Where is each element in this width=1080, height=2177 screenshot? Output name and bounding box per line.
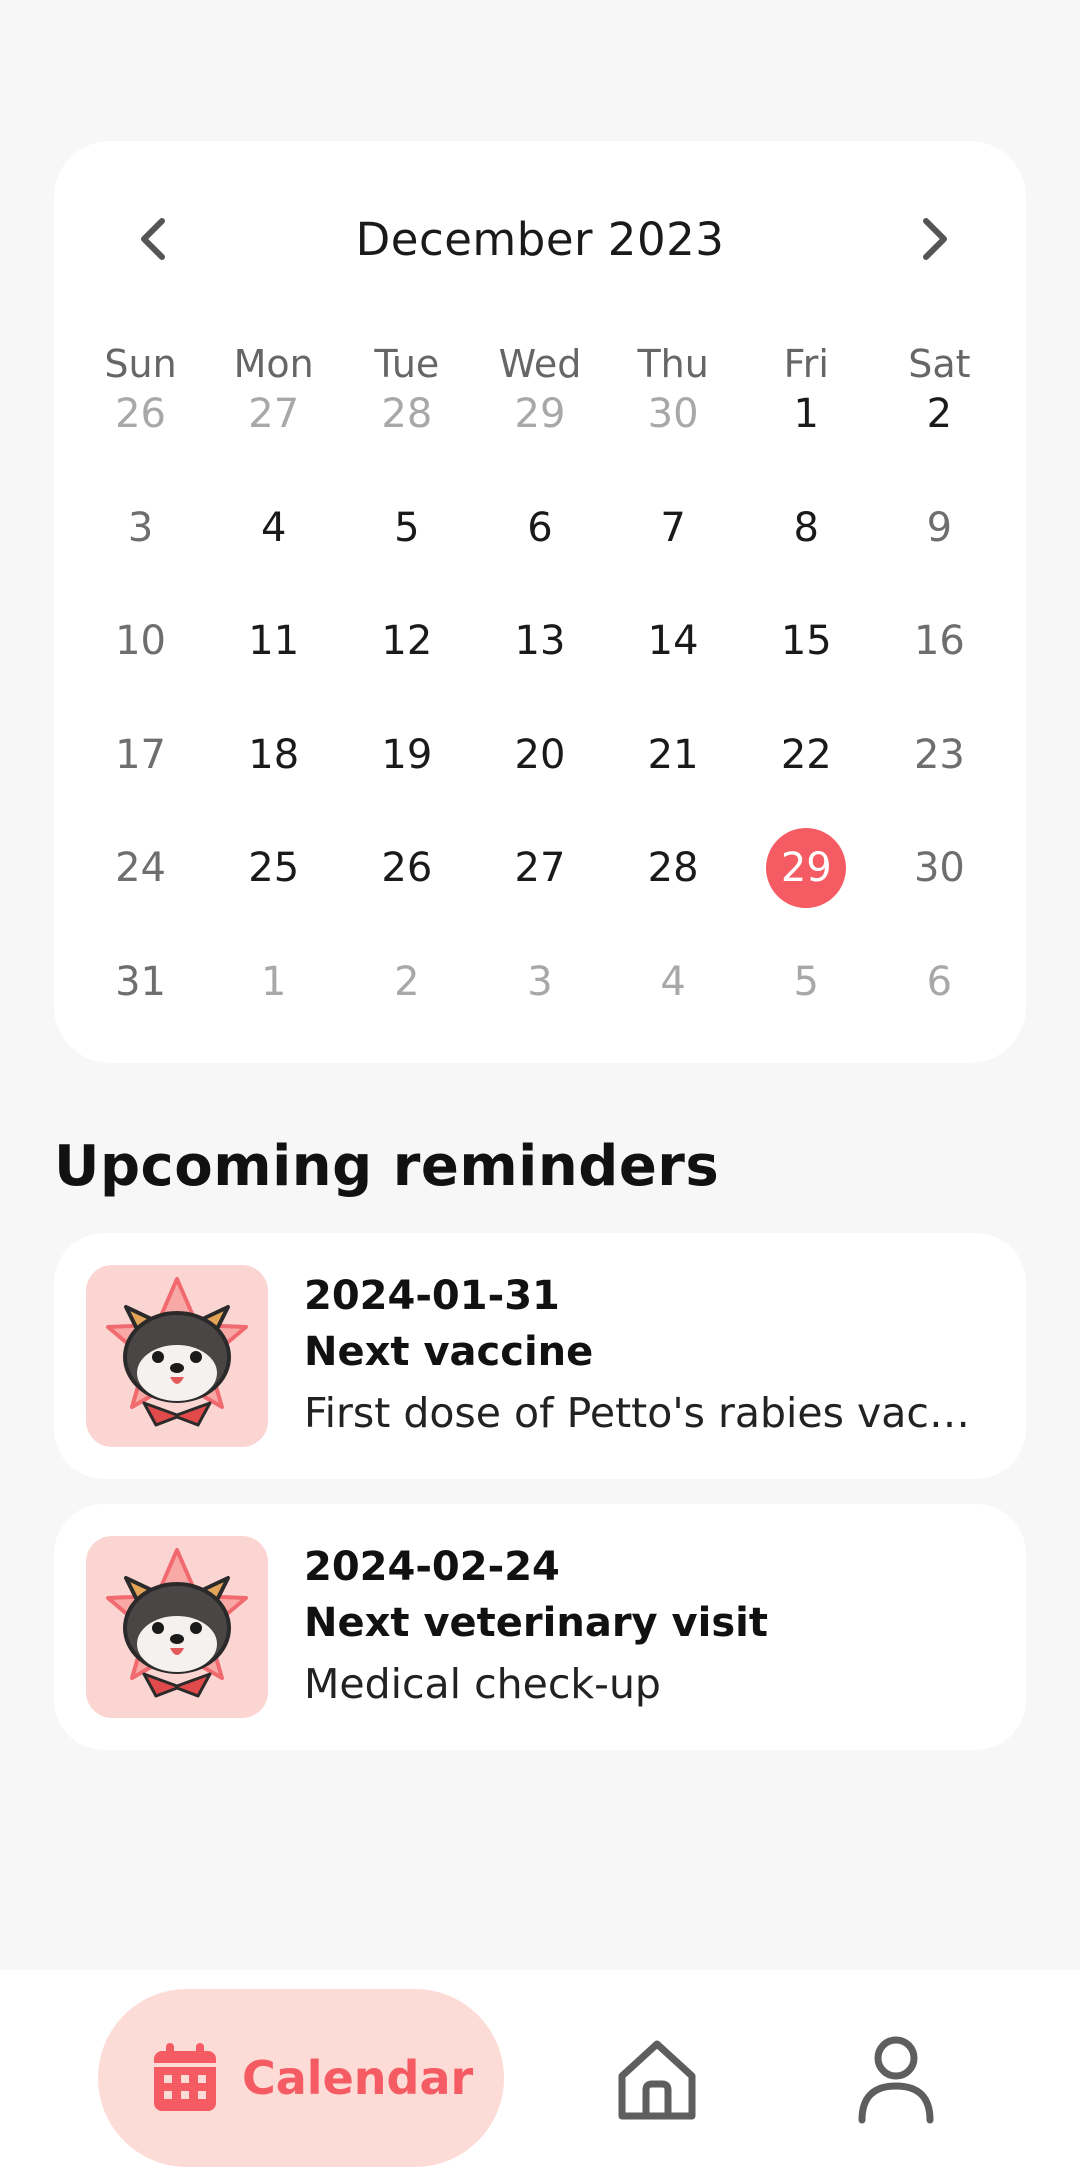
calendar-day[interactable]: 29 <box>473 381 606 495</box>
calendar-day[interactable]: 8 <box>740 495 873 609</box>
calendar-day[interactable]: 11 <box>207 608 340 722</box>
calendar-day[interactable]: 14 <box>607 608 740 722</box>
calendar-day[interactable]: 22 <box>740 722 873 836</box>
calendar-grid: 26 27 28 29 30 1 2 3 4 5 6 7 8 9 10 11 1… <box>54 381 1026 1062</box>
calendar-day[interactable]: 2 <box>340 949 473 1063</box>
calendar-day[interactable]: 3 <box>473 949 606 1063</box>
reminder-title: Next vaccine <box>304 1329 594 1375</box>
nav-calendar-label: Calendar <box>242 2051 474 2105</box>
calendar-day[interactable]: 25 <box>207 835 340 949</box>
reminder-date: 2024-01-31 <box>304 1273 560 1319</box>
calendar-day[interactable]: 3 <box>74 495 207 609</box>
calendar-day[interactable]: 26 <box>74 381 207 495</box>
reminder-card[interactable]: 2024-01-31 Next vaccine First dose of Pe… <box>54 1233 1026 1479</box>
calendar-day[interactable]: 16 <box>873 608 1006 722</box>
calendar-day[interactable]: 5 <box>740 949 873 1063</box>
calendar-day[interactable]: 23 <box>873 722 1006 836</box>
reminder-title: Next veterinary visit <box>304 1600 768 1646</box>
calendar-day[interactable]: 6 <box>473 495 606 609</box>
calendar-day[interactable]: 28 <box>340 381 473 495</box>
home-icon <box>618 2040 696 2120</box>
calendar-day[interactable]: 31 <box>74 949 207 1063</box>
calendar-day[interactable]: 30 <box>873 835 1006 949</box>
calendar-day-selected[interactable]: 29 <box>740 828 873 949</box>
calendar-day[interactable]: 4 <box>207 495 340 609</box>
calendar-day[interactable]: 27 <box>207 381 340 495</box>
calendar-day[interactable]: 5 <box>340 495 473 609</box>
calendar-card: December 2023 Sun Mon Tue Wed Thu Fri Sa… <box>54 141 1026 1063</box>
calendar-day[interactable]: 17 <box>74 722 207 836</box>
calendar-day[interactable]: 19 <box>340 722 473 836</box>
nav-profile-button[interactable] <box>856 2034 936 2124</box>
calendar-day[interactable]: 4 <box>607 949 740 1063</box>
bottom-navigation: Calendar <box>0 1970 1080 2177</box>
reminder-card[interactable]: 2024-02-24 Next veterinary visit Medical… <box>54 1504 1026 1750</box>
calendar-day[interactable]: 13 <box>473 608 606 722</box>
nav-home-button[interactable] <box>614 2036 700 2122</box>
calendar-day[interactable]: 10 <box>74 608 207 722</box>
month-title: December 2023 <box>355 213 725 266</box>
nav-calendar-button[interactable]: Calendar <box>98 1989 504 2167</box>
calendar-icon <box>154 2043 216 2111</box>
chevron-right-icon <box>923 218 947 260</box>
calendar-day[interactable]: 20 <box>473 722 606 836</box>
dog-avatar-icon <box>86 1536 268 1718</box>
calendar-day[interactable]: 18 <box>207 722 340 836</box>
dog-avatar-icon <box>86 1265 268 1447</box>
calendar-day[interactable]: 26 <box>340 835 473 949</box>
profile-icon <box>858 2036 934 2124</box>
calendar-day[interactable]: 9 <box>873 495 1006 609</box>
reminder-description: First dose of Petto's rabies vaccine <box>304 1389 986 1437</box>
upcoming-reminders-title: Upcoming reminders <box>54 1134 720 1199</box>
calendar-day[interactable]: 24 <box>74 835 207 949</box>
calendar-day[interactable]: 28 <box>607 835 740 949</box>
calendar-day[interactable]: 21 <box>607 722 740 836</box>
next-month-button[interactable] <box>904 209 964 273</box>
calendar-day[interactable]: 30 <box>607 381 740 495</box>
calendar-day[interactable]: 1 <box>740 381 873 495</box>
calendar-day[interactable]: 12 <box>340 608 473 722</box>
reminder-date: 2024-02-24 <box>304 1544 560 1590</box>
calendar-day[interactable]: 15 <box>740 608 873 722</box>
reminder-description: Medical check-up <box>304 1660 661 1708</box>
calendar-day[interactable]: 2 <box>873 381 1006 495</box>
calendar-day[interactable]: 7 <box>607 495 740 609</box>
calendar-day[interactable]: 1 <box>207 949 340 1063</box>
calendar-day[interactable]: 6 <box>873 949 1006 1063</box>
calendar-day[interactable]: 27 <box>473 835 606 949</box>
